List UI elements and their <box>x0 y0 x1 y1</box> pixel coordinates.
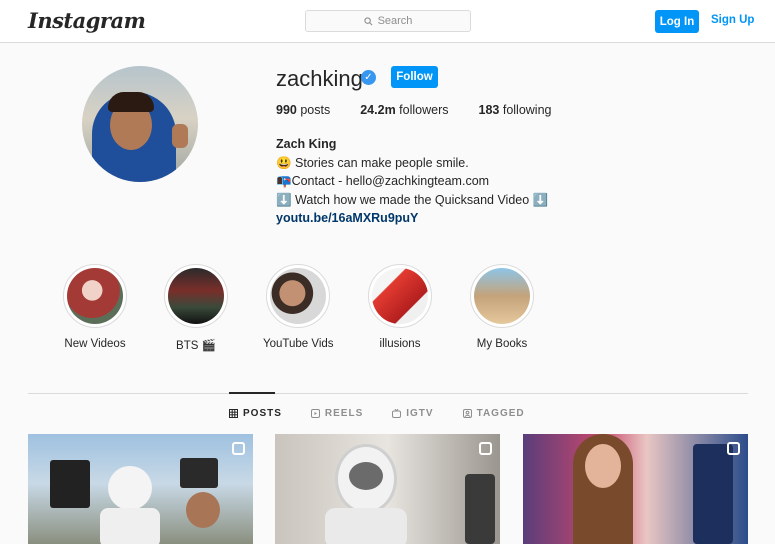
post-thumbnail[interactable] <box>523 434 748 544</box>
reel-icon <box>727 442 740 455</box>
tab-igtv[interactable]: IGTV <box>392 408 433 419</box>
highlight-label: New Videos <box>64 338 126 350</box>
highlight-bts[interactable]: BTS 🎬 <box>161 264 231 352</box>
grid-icon <box>229 409 238 418</box>
highlight-thumbnail <box>474 268 530 324</box>
search-input[interactable]: Search <box>305 10 471 32</box>
tab-posts[interactable]: POSTS <box>229 408 282 419</box>
highlight-label: BTS 🎬 <box>176 340 216 352</box>
tabs-divider <box>28 393 748 394</box>
verified-badge-icon: ✓ <box>361 70 376 85</box>
search-placeholder: Search <box>377 15 413 27</box>
signup-link[interactable]: Sign Up <box>711 14 754 26</box>
highlight-thumbnail <box>67 268 123 324</box>
highlight-label: illusions <box>379 338 421 350</box>
highlight-thumbnail <box>270 268 326 324</box>
instagram-logo[interactable]: Instagram <box>28 8 146 33</box>
profile-stats: 990 posts 24.2m followers 183 following <box>276 103 581 117</box>
highlight-label: My Books <box>476 338 528 350</box>
igtv-icon <box>392 409 402 418</box>
highlight-my-books[interactable]: My Books <box>467 264 537 350</box>
reels-icon <box>310 409 320 418</box>
highlight-thumbnail <box>168 268 224 324</box>
top-navigation-bar: Instagram Search Log In Sign Up <box>0 0 775 43</box>
profile-username: zachking <box>276 66 363 91</box>
highlight-new-videos[interactable]: New Videos <box>60 264 130 350</box>
tagged-icon <box>462 409 472 418</box>
bio-line: 😃 Stories can make people smile. <box>276 155 469 170</box>
reel-icon <box>479 442 492 455</box>
search-icon <box>363 16 373 25</box>
reel-icon <box>232 442 245 455</box>
bio-full-name: Zach King <box>276 137 337 151</box>
tab-tagged[interactable]: TAGGED <box>462 408 525 419</box>
stat-followers[interactable]: 24.2m followers <box>360 103 448 117</box>
post-thumbnail[interactable] <box>275 434 500 544</box>
post-thumbnail[interactable] <box>28 434 253 544</box>
tab-reels[interactable]: REELS <box>310 408 363 419</box>
story-highlights: New Videos BTS 🎬 YouTube Vids illusions … <box>60 264 560 354</box>
bio-line: ⬇️ Watch how we made the Quicksand Video… <box>276 192 549 207</box>
highlight-thumbnail <box>372 268 428 324</box>
stat-following[interactable]: 183 following <box>479 103 552 117</box>
follow-button[interactable]: Follow <box>391 66 438 88</box>
login-button[interactable]: Log In <box>655 10 699 33</box>
active-tab-indicator <box>229 392 275 394</box>
bio-contact: 📭Contact - hello@zachkingteam.com <box>276 174 490 188</box>
highlight-youtube-vids[interactable]: YouTube Vids <box>263 264 334 350</box>
profile-bio: Zach King 😃 Stories can make people smil… <box>276 135 548 228</box>
profile-avatar[interactable] <box>82 66 198 182</box>
bio-website-link[interactable]: youtu.be/16aMXRu9puY <box>276 209 548 228</box>
highlight-label: YouTube Vids <box>263 338 334 350</box>
stat-posts: 990 posts <box>276 103 331 117</box>
post-grid <box>28 434 748 544</box>
highlight-illusions[interactable]: illusions <box>365 264 435 350</box>
profile-tabs: POSTS REELS IGTV TAGGED <box>229 408 554 419</box>
